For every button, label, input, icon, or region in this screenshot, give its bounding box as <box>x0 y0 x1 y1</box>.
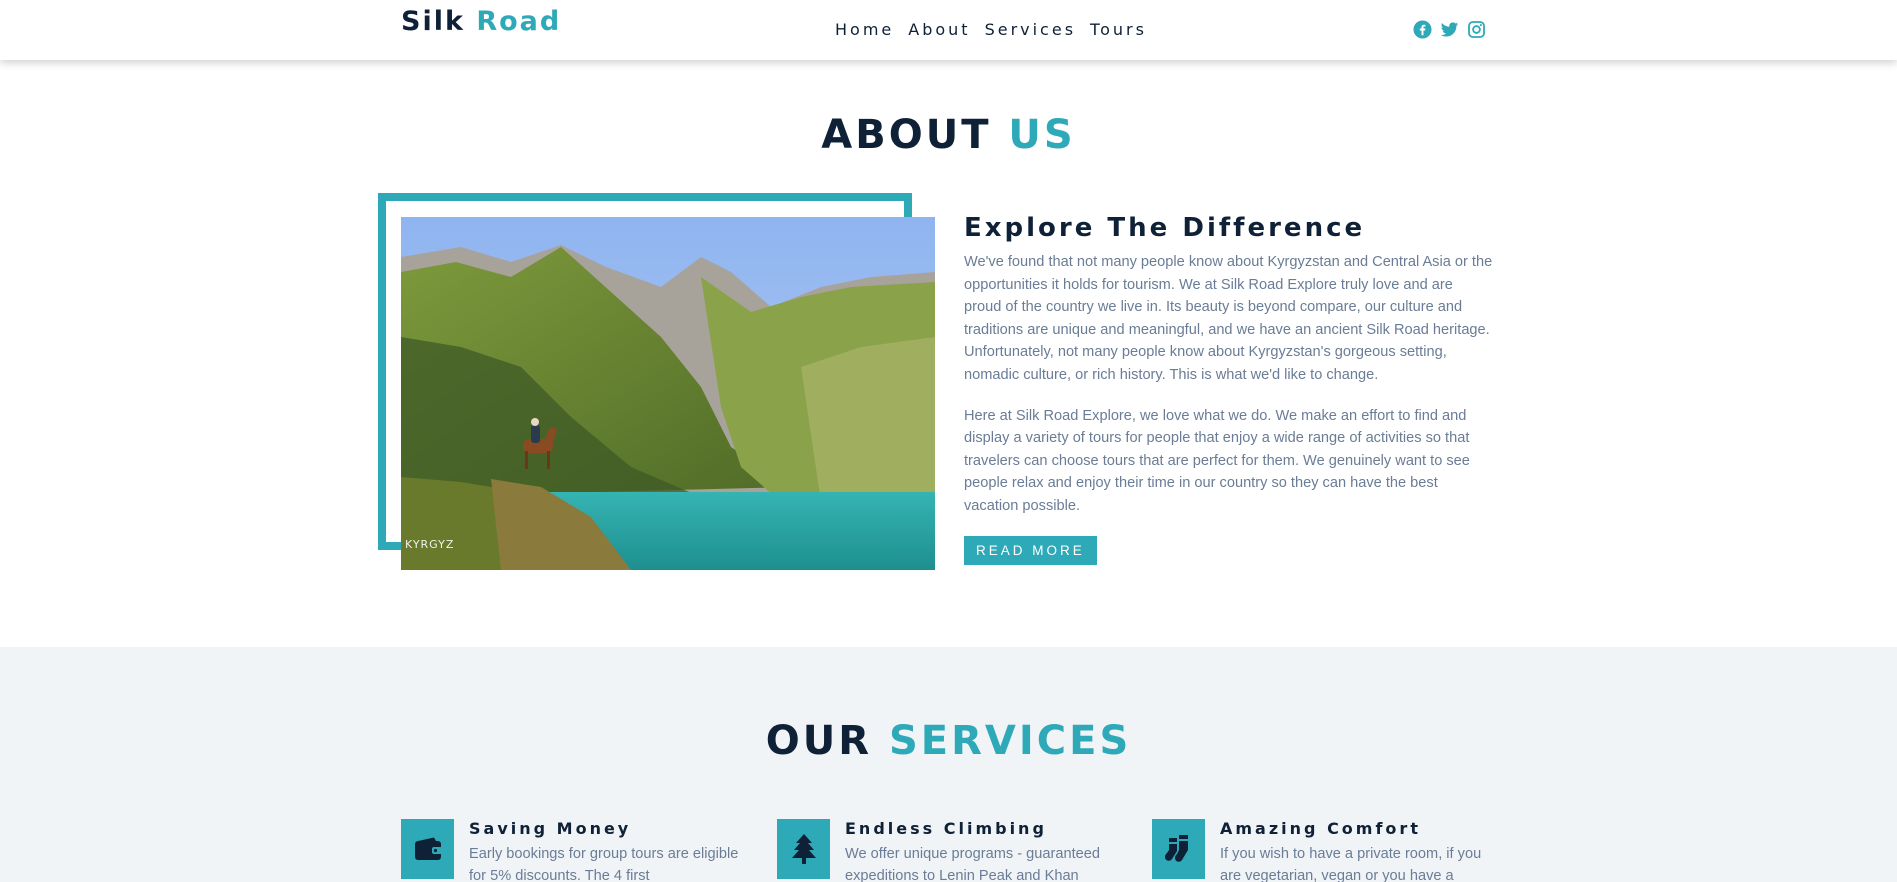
service-title: Endless Climbing <box>845 819 1047 838</box>
facebook-icon[interactable] <box>1413 20 1432 39</box>
services-title-main: OUR <box>765 718 873 764</box>
about-text: Explore The Difference We've found that … <box>964 213 1494 565</box>
service-title: Amazing Comfort <box>1220 819 1421 838</box>
socks-icon <box>1152 819 1205 879</box>
twitter-icon[interactable] <box>1440 20 1459 39</box>
navbar: Silk Road Home About Services Tours <box>0 0 1897 60</box>
nav-link-home[interactable]: Home <box>835 20 894 39</box>
read-more-button[interactable]: READ MORE <box>964 535 1097 565</box>
about-paragraph-1: We've found that not many people know ab… <box>964 254 1493 383</box>
photo-watermark: KYRGYZ <box>405 538 455 551</box>
services-title-accent: SERVICES <box>888 718 1132 764</box>
about-heading: Explore The Difference <box>964 213 1366 243</box>
nav-link-tours[interactable]: Tours <box>1090 20 1147 39</box>
about-title-accent: US <box>1008 112 1076 158</box>
about-title: ABOUT US <box>0 112 1897 158</box>
about-paragraph-2: Here at Silk Road Explore, we love what … <box>964 407 1470 514</box>
about-photo <box>401 217 935 570</box>
tree-icon <box>777 819 830 879</box>
wallet-icon <box>401 819 454 879</box>
services-section: OUR SERVICES Saving Money Early bookings… <box>0 647 1897 882</box>
instagram-icon[interactable] <box>1467 20 1486 39</box>
logo-main: Silk <box>401 6 465 37</box>
logo[interactable]: Silk Road <box>401 6 561 37</box>
services-title: OUR SERVICES <box>0 718 1897 764</box>
about-title-main: ABOUT <box>821 112 992 158</box>
service-text: Early bookings for group tours are eligi… <box>469 846 739 882</box>
social-links <box>1413 20 1486 39</box>
service-text: If you wish to have a private room, if y… <box>1220 846 1482 882</box>
nav-link-about[interactable]: About <box>908 20 970 39</box>
logo-accent: Road <box>476 6 562 37</box>
service-title: Saving Money <box>469 819 632 838</box>
nav-links: Home About Services Tours <box>835 20 1147 39</box>
nav-link-services[interactable]: Services <box>985 20 1076 39</box>
service-text: We offer unique programs - guaranteed ex… <box>845 846 1101 882</box>
